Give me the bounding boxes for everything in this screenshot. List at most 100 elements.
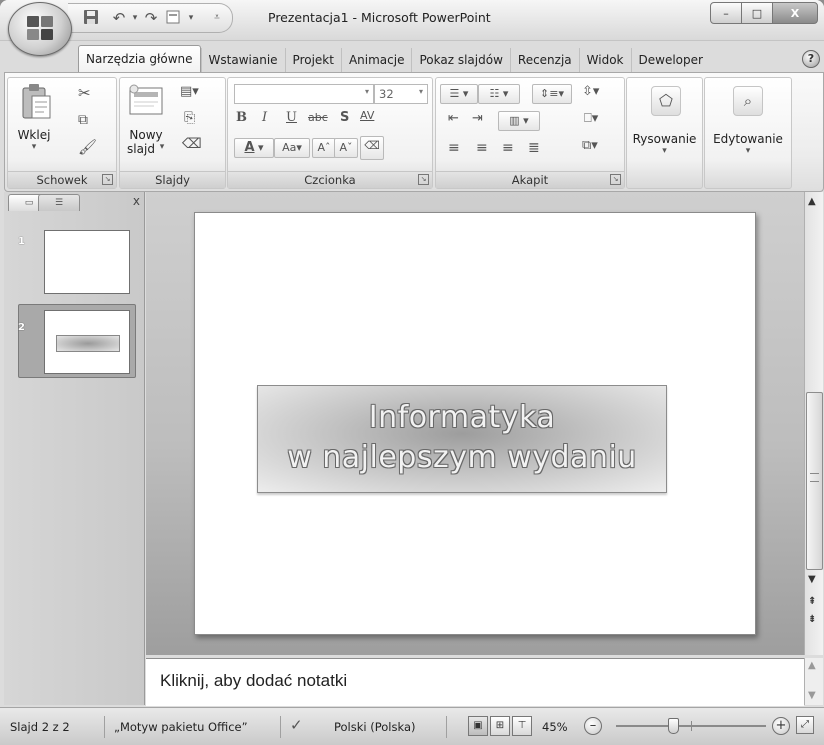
zoom-slider-midmark: [691, 721, 692, 731]
zoom-in-icon[interactable]: +: [772, 717, 790, 735]
tab-design[interactable]: Projekt: [284, 48, 341, 72]
save-icon[interactable]: [82, 9, 100, 27]
clear-formatting-icon[interactable]: ⌫: [360, 136, 384, 160]
align-left-icon[interactable]: ≡: [448, 140, 460, 156]
notes-scrollbar[interactable]: ▲ ▼: [804, 658, 823, 705]
slide-sorter-view-icon[interactable]: ⊞: [490, 716, 510, 736]
help-icon[interactable]: ?: [802, 50, 820, 68]
font-name-dropdown-icon[interactable]: ▾: [365, 87, 369, 96]
slide-title-box[interactable]: Informatyka w najlepszym wydaniu: [257, 385, 667, 493]
bullets-icon[interactable]: ☰ ▾: [440, 84, 478, 104]
format-painter-icon[interactable]: 🖌: [78, 138, 97, 156]
customize-qat-icon[interactable]: ⩡: [208, 9, 226, 27]
new-slide-label-line1[interactable]: Nowy: [126, 128, 166, 142]
paste-label[interactable]: Wklej: [14, 128, 54, 142]
bold-button[interactable]: B: [236, 110, 247, 125]
slide-thumbnail-2[interactable]: [44, 310, 130, 374]
new-slide-icon[interactable]: [128, 84, 164, 120]
notes-scroll-up-icon[interactable]: ▲: [808, 660, 816, 671]
notes-pane[interactable]: Kliknij, aby dodać notatki: [146, 658, 804, 706]
language[interactable]: Polski (Polska): [334, 720, 415, 734]
tab-developer[interactable]: Deweloper: [630, 48, 710, 72]
copy-icon[interactable]: ⧉: [78, 112, 88, 128]
font-size-dropdown-icon[interactable]: ▾: [419, 87, 423, 96]
theme-name[interactable]: „Motyw pakietu Office”: [114, 720, 248, 734]
italic-button[interactable]: I: [262, 110, 267, 125]
new-slide-label-line2[interactable]: slajd: [124, 142, 158, 156]
grow-font-button[interactable]: Aˆ: [312, 138, 336, 158]
notes-placeholder[interactable]: Kliknij, aby dodać notatki: [160, 671, 347, 691]
strikethrough-button[interactable]: abc: [308, 111, 328, 124]
smartart-icon[interactable]: ⧉▾: [582, 138, 598, 153]
close-button[interactable]: X: [772, 2, 818, 24]
spell-check-icon[interactable]: ✓: [290, 716, 303, 734]
character-spacing-button[interactable]: AV: [360, 109, 374, 122]
group-editing[interactable]: ⌕ Edytowanie ▾: [704, 77, 792, 189]
scroll-thumb[interactable]: [806, 392, 823, 570]
quick-access-toolbar: ↶ ▾ ↷ ▾ ⩡: [68, 3, 233, 33]
slide-canvas[interactable]: Informatyka w najlepszym wydaniu: [194, 212, 756, 635]
font-color-button[interactable]: A ▾: [234, 138, 274, 158]
tab-insert[interactable]: Wstawianie: [200, 48, 285, 72]
previous-slide-icon[interactable]: ⇞: [808, 596, 816, 607]
minimize-button[interactable]: –: [710, 2, 742, 24]
group-drawing[interactable]: ⬠ Rysowanie ▾: [626, 77, 703, 189]
align-right-icon[interactable]: ≡: [502, 140, 514, 156]
slide-thumbnail-1[interactable]: [44, 230, 130, 294]
slide-title-line1: Informatyka: [368, 400, 556, 435]
redo-dropdown-icon[interactable]: ▾: [182, 9, 200, 27]
font-size-input[interactable]: 32 ▾: [374, 84, 428, 104]
zoom-out-icon[interactable]: –: [584, 717, 602, 735]
redo-icon[interactable]: ↷: [142, 9, 160, 27]
decrease-indent-icon[interactable]: ⇤: [448, 111, 459, 126]
paragraph-launcher-icon[interactable]: ↘: [610, 174, 621, 185]
status-separator: [446, 716, 447, 738]
reset-icon[interactable]: ⎘: [184, 110, 195, 126]
new-slide-quick-icon[interactable]: [164, 9, 182, 27]
tab-outline[interactable]: ☰: [38, 194, 80, 211]
increase-indent-icon[interactable]: ⇥: [472, 111, 483, 126]
justify-icon[interactable]: ≣: [528, 140, 540, 156]
underline-button[interactable]: U: [286, 110, 297, 125]
tab-review[interactable]: Recenzja: [509, 48, 579, 72]
paste-icon[interactable]: [20, 82, 54, 122]
align-text-icon[interactable]: ⎕▾: [584, 111, 598, 126]
clipboard-launcher-icon[interactable]: ↘: [102, 174, 113, 185]
font-name-input[interactable]: ▾: [234, 84, 374, 104]
next-slide-icon[interactable]: ⇟: [808, 614, 816, 625]
align-center-icon[interactable]: ≡: [476, 140, 488, 156]
scroll-down-icon[interactable]: ▼: [808, 574, 816, 585]
delete-slide-icon[interactable]: ⌫: [182, 136, 202, 152]
new-slide-dropdown-icon[interactable]: ▾: [158, 142, 166, 152]
normal-view-icon[interactable]: ▣: [468, 716, 488, 736]
office-button[interactable]: [8, 2, 72, 56]
slide-show-view-icon[interactable]: ⊤: [512, 716, 532, 736]
vertical-scrollbar[interactable]: ▲ ▼ ⇞ ⇟: [804, 192, 823, 655]
scroll-up-icon[interactable]: ▲: [808, 196, 816, 207]
tab-home[interactable]: Narzędzia główne: [78, 45, 201, 72]
shadow-button[interactable]: S: [340, 110, 349, 125]
notes-scroll-down-icon[interactable]: ▼: [808, 690, 816, 701]
zoom-level[interactable]: 45%: [542, 720, 568, 734]
close-pane-icon[interactable]: x: [133, 194, 140, 208]
maximize-button[interactable]: □: [741, 2, 773, 24]
zoom-slider-thumb[interactable]: [668, 718, 679, 734]
editing-dropdown-icon: ▾: [745, 146, 751, 156]
tab-animations[interactable]: Animacje: [340, 48, 412, 72]
tab-slide-show[interactable]: Pokaz slajdów: [411, 48, 509, 72]
layout-icon[interactable]: ▤▾: [180, 84, 199, 99]
font-launcher-icon[interactable]: ↘: [418, 174, 429, 185]
shrink-font-button[interactable]: Aˇ: [334, 138, 358, 158]
group-label-clipboard: Schowek: [8, 171, 116, 188]
numbering-icon[interactable]: ☷ ▾: [478, 84, 520, 104]
font-size-value: 32: [379, 87, 394, 101]
tab-view[interactable]: Widok: [578, 48, 631, 72]
columns-icon[interactable]: ▥ ▾: [498, 111, 540, 131]
drawing-dropdown-icon: ▾: [662, 146, 667, 156]
paste-dropdown-icon[interactable]: ▾: [26, 142, 42, 152]
change-case-button[interactable]: Aa▾: [274, 138, 310, 158]
text-direction-icon[interactable]: ⇳▾: [582, 84, 599, 99]
fit-to-window-icon[interactable]: ⤢: [796, 716, 814, 734]
cut-icon[interactable]: ✂: [78, 84, 91, 102]
line-spacing-icon[interactable]: ⇕≡▾: [532, 84, 572, 104]
